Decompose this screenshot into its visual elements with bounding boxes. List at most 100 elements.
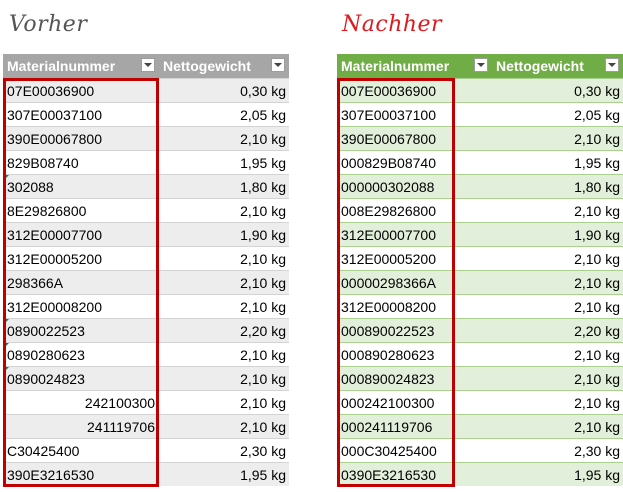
net-weight-cell[interactable]: 2,10 kg [492,366,623,390]
table-row: 298366A 2,10 kg [3,270,289,294]
material-number-cell[interactable]: 8E29826800 [3,198,159,222]
table-row: 000000302088 1,80 kg [337,174,623,198]
after-table-body: 007E00036900 0,30 kg 307E00037100 2,05 kg 39… [337,78,623,486]
table-row: 000890024823 2,10 kg [337,366,623,390]
net-weight-cell[interactable]: 1,95 kg [159,462,289,486]
table-row: 008E29826800 2,10 kg [337,198,623,222]
net-weight-cell[interactable]: 2,10 kg [159,342,289,366]
net-weight-cell[interactable]: 1,95 kg [492,462,623,486]
material-number-cell[interactable]: 312E00005200 [3,246,159,270]
material-number-cell[interactable]: 390E3216530 [3,462,159,486]
table-row: 312E00008200 2,10 kg [3,294,289,318]
before-table-header: Materialnummer Nettogewicht [3,54,289,78]
material-number-cell[interactable]: 829B08740 [3,150,159,174]
net-weight-cell[interactable]: 2,20 kg [159,318,289,342]
table-row: 302088 1,80 kg [3,174,289,198]
net-weight-cell[interactable]: 1,90 kg [159,222,289,246]
material-number-cell[interactable]: 07E00036900 [3,78,159,102]
material-number-cell[interactable]: 0890024823 [3,366,159,390]
table-row: 307E00037100 2,05 kg [337,102,623,126]
net-weight-cell[interactable]: 0,30 kg [159,78,289,102]
table-row: 390E3216530 1,95 kg [3,462,289,486]
net-weight-cell[interactable]: 2,30 kg [159,438,289,462]
net-weight-cell[interactable]: 2,10 kg [159,366,289,390]
weight-column-header[interactable]: Nettogewicht [492,54,623,78]
net-weight-cell[interactable]: 1,90 kg [492,222,623,246]
material-number-cell[interactable]: 000241119706 [337,414,492,438]
net-weight-cell[interactable]: 2,10 kg [492,126,623,150]
material-number-cell[interactable]: 312E00007700 [3,222,159,246]
net-weight-cell[interactable]: 2,05 kg [492,102,623,126]
net-weight-cell[interactable]: 1,95 kg [159,150,289,174]
material-number-cell[interactable]: C30425400 [3,438,159,462]
net-weight-cell[interactable]: 1,80 kg [159,174,289,198]
material-number-cell[interactable]: 298366A [3,270,159,294]
after-table: Materialnummer Nettogewicht 007E00036900… [337,54,623,486]
material-number-cell[interactable]: 008E29826800 [337,198,492,222]
material-number-cell[interactable]: 242100300 [3,390,159,414]
net-weight-cell[interactable]: 2,10 kg [492,294,623,318]
net-weight-cell[interactable]: 2,10 kg [159,246,289,270]
net-weight-cell[interactable]: 0,30 kg [492,78,623,102]
table-row: 8E29826800 2,10 kg [3,198,289,222]
table-row: 000890280623 2,10 kg [337,342,623,366]
net-weight-cell[interactable]: 1,95 kg [492,150,623,174]
weight-column-label: Nettogewicht [163,58,251,74]
table-row: 312E00007700 1,90 kg [337,222,623,246]
net-weight-cell[interactable]: 2,20 kg [492,318,623,342]
after-heading: Nachher [342,12,443,37]
filter-dropdown-icon[interactable] [474,58,488,72]
material-number-cell[interactable]: 307E00037100 [337,102,492,126]
table-row: C30425400 2,30 kg [3,438,289,462]
filter-dropdown-icon[interactable] [605,58,619,72]
material-number-cell[interactable]: 312E00008200 [3,294,159,318]
net-weight-cell[interactable]: 2,10 kg [159,198,289,222]
material-number-cell[interactable]: 390E00067800 [3,126,159,150]
table-row: 312E00007700 1,90 kg [3,222,289,246]
before-table-body: 07E00036900 0,30 kg 307E00037100 2,05 kg 390… [3,78,289,486]
net-weight-cell[interactable]: 2,10 kg [492,342,623,366]
net-weight-cell[interactable]: 2,10 kg [492,246,623,270]
material-number-cell[interactable]: 007E00036900 [337,78,492,102]
filter-dropdown-icon[interactable] [141,58,155,72]
net-weight-cell[interactable]: 1,80 kg [492,174,623,198]
material-number-cell[interactable]: 000242100300 [337,390,492,414]
net-weight-cell[interactable]: 2,10 kg [159,270,289,294]
net-weight-cell[interactable]: 2,30 kg [492,438,623,462]
material-number-cell[interactable]: 000890022523 [337,318,492,342]
material-number-cell[interactable]: 000890024823 [337,366,492,390]
table-row: 242100300 2,10 kg [3,390,289,414]
material-number-cell[interactable]: 000000302088 [337,174,492,198]
table-row: 07E00036900 0,30 kg [3,78,289,102]
material-number-cell[interactable]: 307E00037100 [3,102,159,126]
net-weight-cell[interactable]: 2,10 kg [159,126,289,150]
net-weight-cell[interactable]: 2,10 kg [159,414,289,438]
material-number-cell[interactable]: 241119706 [3,414,159,438]
net-weight-cell[interactable]: 2,10 kg [159,294,289,318]
net-weight-cell[interactable]: 2,10 kg [492,198,623,222]
material-number-cell[interactable]: 0390E3216530 [337,462,492,486]
table-row: 312E00005200 2,10 kg [3,246,289,270]
net-weight-cell[interactable]: 2,10 kg [492,414,623,438]
material-number-cell[interactable]: 000C30425400 [337,438,492,462]
material-number-cell[interactable]: 312E00005200 [337,246,492,270]
net-weight-cell[interactable]: 2,05 kg [159,102,289,126]
material-number-cell[interactable]: 312E00007700 [337,222,492,246]
material-number-cell[interactable]: 000890280623 [337,342,492,366]
material-number-cell[interactable]: 302088 [3,174,159,198]
material-column-header[interactable]: Materialnummer [3,54,159,78]
table-row: 00000298366A 2,10 kg [337,270,623,294]
material-number-cell[interactable]: 312E00008200 [337,294,492,318]
material-number-cell[interactable]: 00000298366A [337,270,492,294]
material-number-cell[interactable]: 000829B08740 [337,150,492,174]
net-weight-cell[interactable]: 2,10 kg [159,390,289,414]
material-number-cell[interactable]: 0890022523 [3,318,159,342]
net-weight-cell[interactable]: 2,10 kg [492,270,623,294]
material-number-cell[interactable]: 390E00067800 [337,126,492,150]
material-column-header[interactable]: Materialnummer [337,54,492,78]
material-number-cell[interactable]: 0890280623 [3,342,159,366]
weight-column-header[interactable]: Nettogewicht [159,54,289,78]
filter-dropdown-icon[interactable] [271,58,285,72]
table-row: 0890024823 2,10 kg [3,366,289,390]
net-weight-cell[interactable]: 2,10 kg [492,390,623,414]
